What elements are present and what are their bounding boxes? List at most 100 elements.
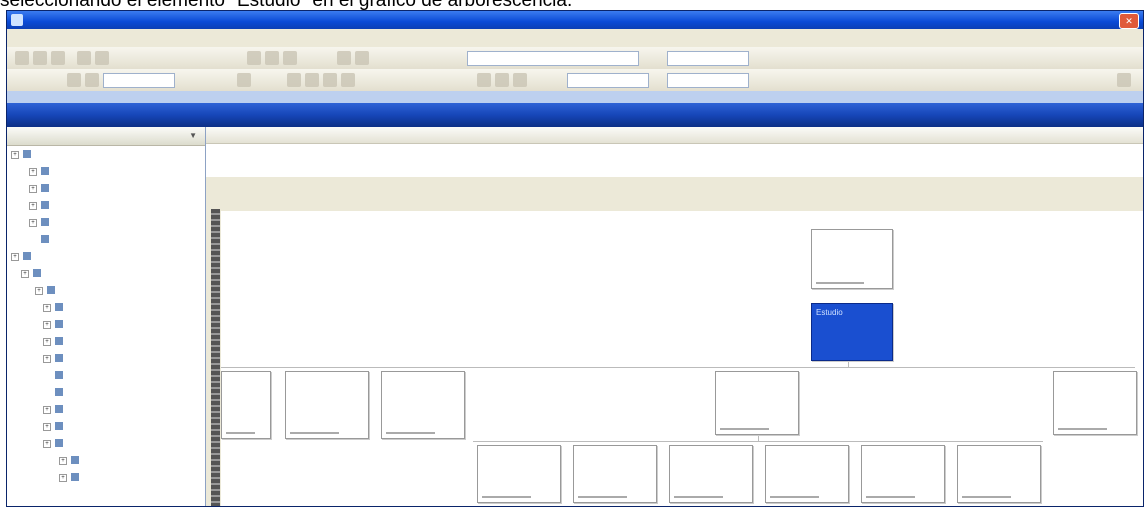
folder-icon bbox=[55, 422, 63, 430]
org-chart-node-selected[interactable]: Estudio bbox=[811, 303, 893, 361]
folder-icon bbox=[71, 473, 79, 481]
tree-item[interactable]: + bbox=[7, 265, 205, 282]
expand-icon[interactable]: + bbox=[43, 321, 51, 329]
folder-icon bbox=[33, 269, 41, 277]
zoom-combo[interactable] bbox=[667, 51, 749, 66]
tree-item[interactable]: + bbox=[7, 248, 205, 265]
tree-item[interactable]: + bbox=[7, 401, 205, 418]
tree-item[interactable]: + bbox=[7, 418, 205, 435]
expand-icon[interactable]: + bbox=[11, 151, 19, 159]
org-chart-node[interactable] bbox=[1053, 371, 1137, 435]
chevron-down-icon[interactable]: ▼ bbox=[189, 131, 197, 140]
menu-item[interactable] bbox=[56, 36, 68, 42]
toolbar-icon[interactable] bbox=[355, 51, 369, 65]
tree-item[interactable]: + bbox=[7, 180, 205, 197]
expand-icon[interactable]: + bbox=[29, 185, 37, 193]
toolbar-icon[interactable] bbox=[287, 73, 301, 87]
toolbar-icon[interactable] bbox=[33, 51, 47, 65]
folder-icon bbox=[55, 388, 63, 396]
node-bar bbox=[226, 432, 255, 434]
toolbar-icon[interactable] bbox=[283, 51, 297, 65]
toolbar-combo[interactable] bbox=[467, 51, 639, 66]
tree-item[interactable]: + bbox=[7, 282, 205, 299]
expand-icon[interactable]: + bbox=[43, 423, 51, 431]
folder-icon bbox=[23, 150, 31, 158]
toolbar-icon[interactable] bbox=[477, 73, 491, 87]
expand-icon[interactable]: + bbox=[29, 168, 37, 176]
tree-item[interactable]: + bbox=[7, 316, 205, 333]
table-row[interactable] bbox=[206, 144, 1143, 159]
tree-item[interactable]: + bbox=[7, 299, 205, 316]
node-bar bbox=[482, 496, 532, 498]
expand-icon[interactable]: + bbox=[29, 202, 37, 210]
org-chart-canvas[interactable]: Estudio bbox=[221, 211, 1143, 506]
tree-item[interactable]: + bbox=[7, 469, 205, 486]
toolbar-icon[interactable] bbox=[95, 51, 109, 65]
toolbar-icon[interactable] bbox=[237, 73, 251, 87]
toolbar-icon[interactable] bbox=[337, 51, 351, 65]
node-bar bbox=[962, 496, 1012, 498]
sidebar-header: ▼ bbox=[7, 127, 205, 146]
org-chart-node[interactable] bbox=[715, 371, 799, 435]
expand-icon[interactable]: + bbox=[35, 287, 43, 295]
style-combo[interactable] bbox=[567, 73, 649, 88]
tree-item[interactable]: + bbox=[7, 214, 205, 231]
expand-icon[interactable]: + bbox=[43, 304, 51, 312]
menu-item[interactable] bbox=[7, 36, 19, 42]
close-button[interactable]: ✕ bbox=[1119, 13, 1139, 29]
toolbar-icon[interactable] bbox=[1117, 73, 1131, 87]
toolbar-icon[interactable] bbox=[67, 73, 81, 87]
org-chart-node[interactable] bbox=[221, 371, 271, 439]
expand-icon[interactable]: + bbox=[11, 253, 19, 261]
org-chart-node[interactable] bbox=[957, 445, 1041, 503]
toolbar-icon[interactable] bbox=[323, 73, 337, 87]
expand-icon[interactable]: + bbox=[43, 338, 51, 346]
tree-item[interactable]: + bbox=[7, 163, 205, 180]
tree-item[interactable]: + bbox=[7, 197, 205, 214]
node-bar bbox=[386, 432, 436, 434]
org-chart-node[interactable] bbox=[669, 445, 753, 503]
menu-item[interactable] bbox=[40, 36, 52, 42]
expand-icon[interactable]: + bbox=[43, 406, 51, 414]
standard-toolbar bbox=[7, 47, 1143, 70]
org-chart-node[interactable] bbox=[477, 445, 561, 503]
menu-item[interactable] bbox=[23, 36, 35, 42]
panel-title-bar bbox=[7, 103, 1143, 127]
tree-item[interactable]: + bbox=[7, 350, 205, 367]
org-chart-node[interactable] bbox=[765, 445, 849, 503]
expand-icon[interactable]: + bbox=[29, 219, 37, 227]
folder-icon bbox=[55, 354, 63, 362]
org-chart-node[interactable] bbox=[811, 229, 893, 289]
toolbar-icon[interactable] bbox=[15, 51, 29, 65]
tree-item[interactable]: + bbox=[7, 146, 205, 163]
toolbar-icon[interactable] bbox=[341, 73, 355, 87]
tree-item[interactable] bbox=[7, 367, 205, 384]
org-chart-node[interactable] bbox=[285, 371, 369, 439]
tree-item[interactable] bbox=[7, 384, 205, 401]
app-window: ✕ ▼ + + + + + + + + + + + + + + + + + Es… bbox=[6, 10, 1144, 507]
toolbar-icon[interactable] bbox=[265, 51, 279, 65]
toolbar-icon[interactable] bbox=[77, 51, 91, 65]
toolbar-icon[interactable] bbox=[51, 51, 65, 65]
font-combo[interactable] bbox=[103, 73, 175, 88]
expand-icon[interactable]: + bbox=[43, 440, 51, 448]
expand-icon[interactable]: + bbox=[43, 355, 51, 363]
connector-line bbox=[221, 367, 1135, 368]
toolbar-icon[interactable] bbox=[495, 73, 509, 87]
org-chart-node[interactable] bbox=[861, 445, 945, 503]
toolbar-icon[interactable] bbox=[305, 73, 319, 87]
tree-item[interactable]: + bbox=[7, 333, 205, 350]
expand-icon[interactable]: + bbox=[59, 457, 67, 465]
expand-icon[interactable]: + bbox=[59, 474, 67, 482]
tree-item[interactable] bbox=[7, 231, 205, 248]
size-combo[interactable] bbox=[667, 73, 749, 88]
toolbar-icon[interactable] bbox=[247, 51, 261, 65]
toolbar-icon[interactable] bbox=[85, 73, 99, 87]
vertical-ruler[interactable] bbox=[211, 209, 220, 506]
expand-icon[interactable]: + bbox=[21, 270, 29, 278]
toolbar-icon[interactable] bbox=[513, 73, 527, 87]
tree-item[interactable]: + bbox=[7, 452, 205, 469]
org-chart-node[interactable] bbox=[573, 445, 657, 503]
org-chart-node[interactable] bbox=[381, 371, 465, 439]
tree-item[interactable]: + bbox=[7, 435, 205, 452]
